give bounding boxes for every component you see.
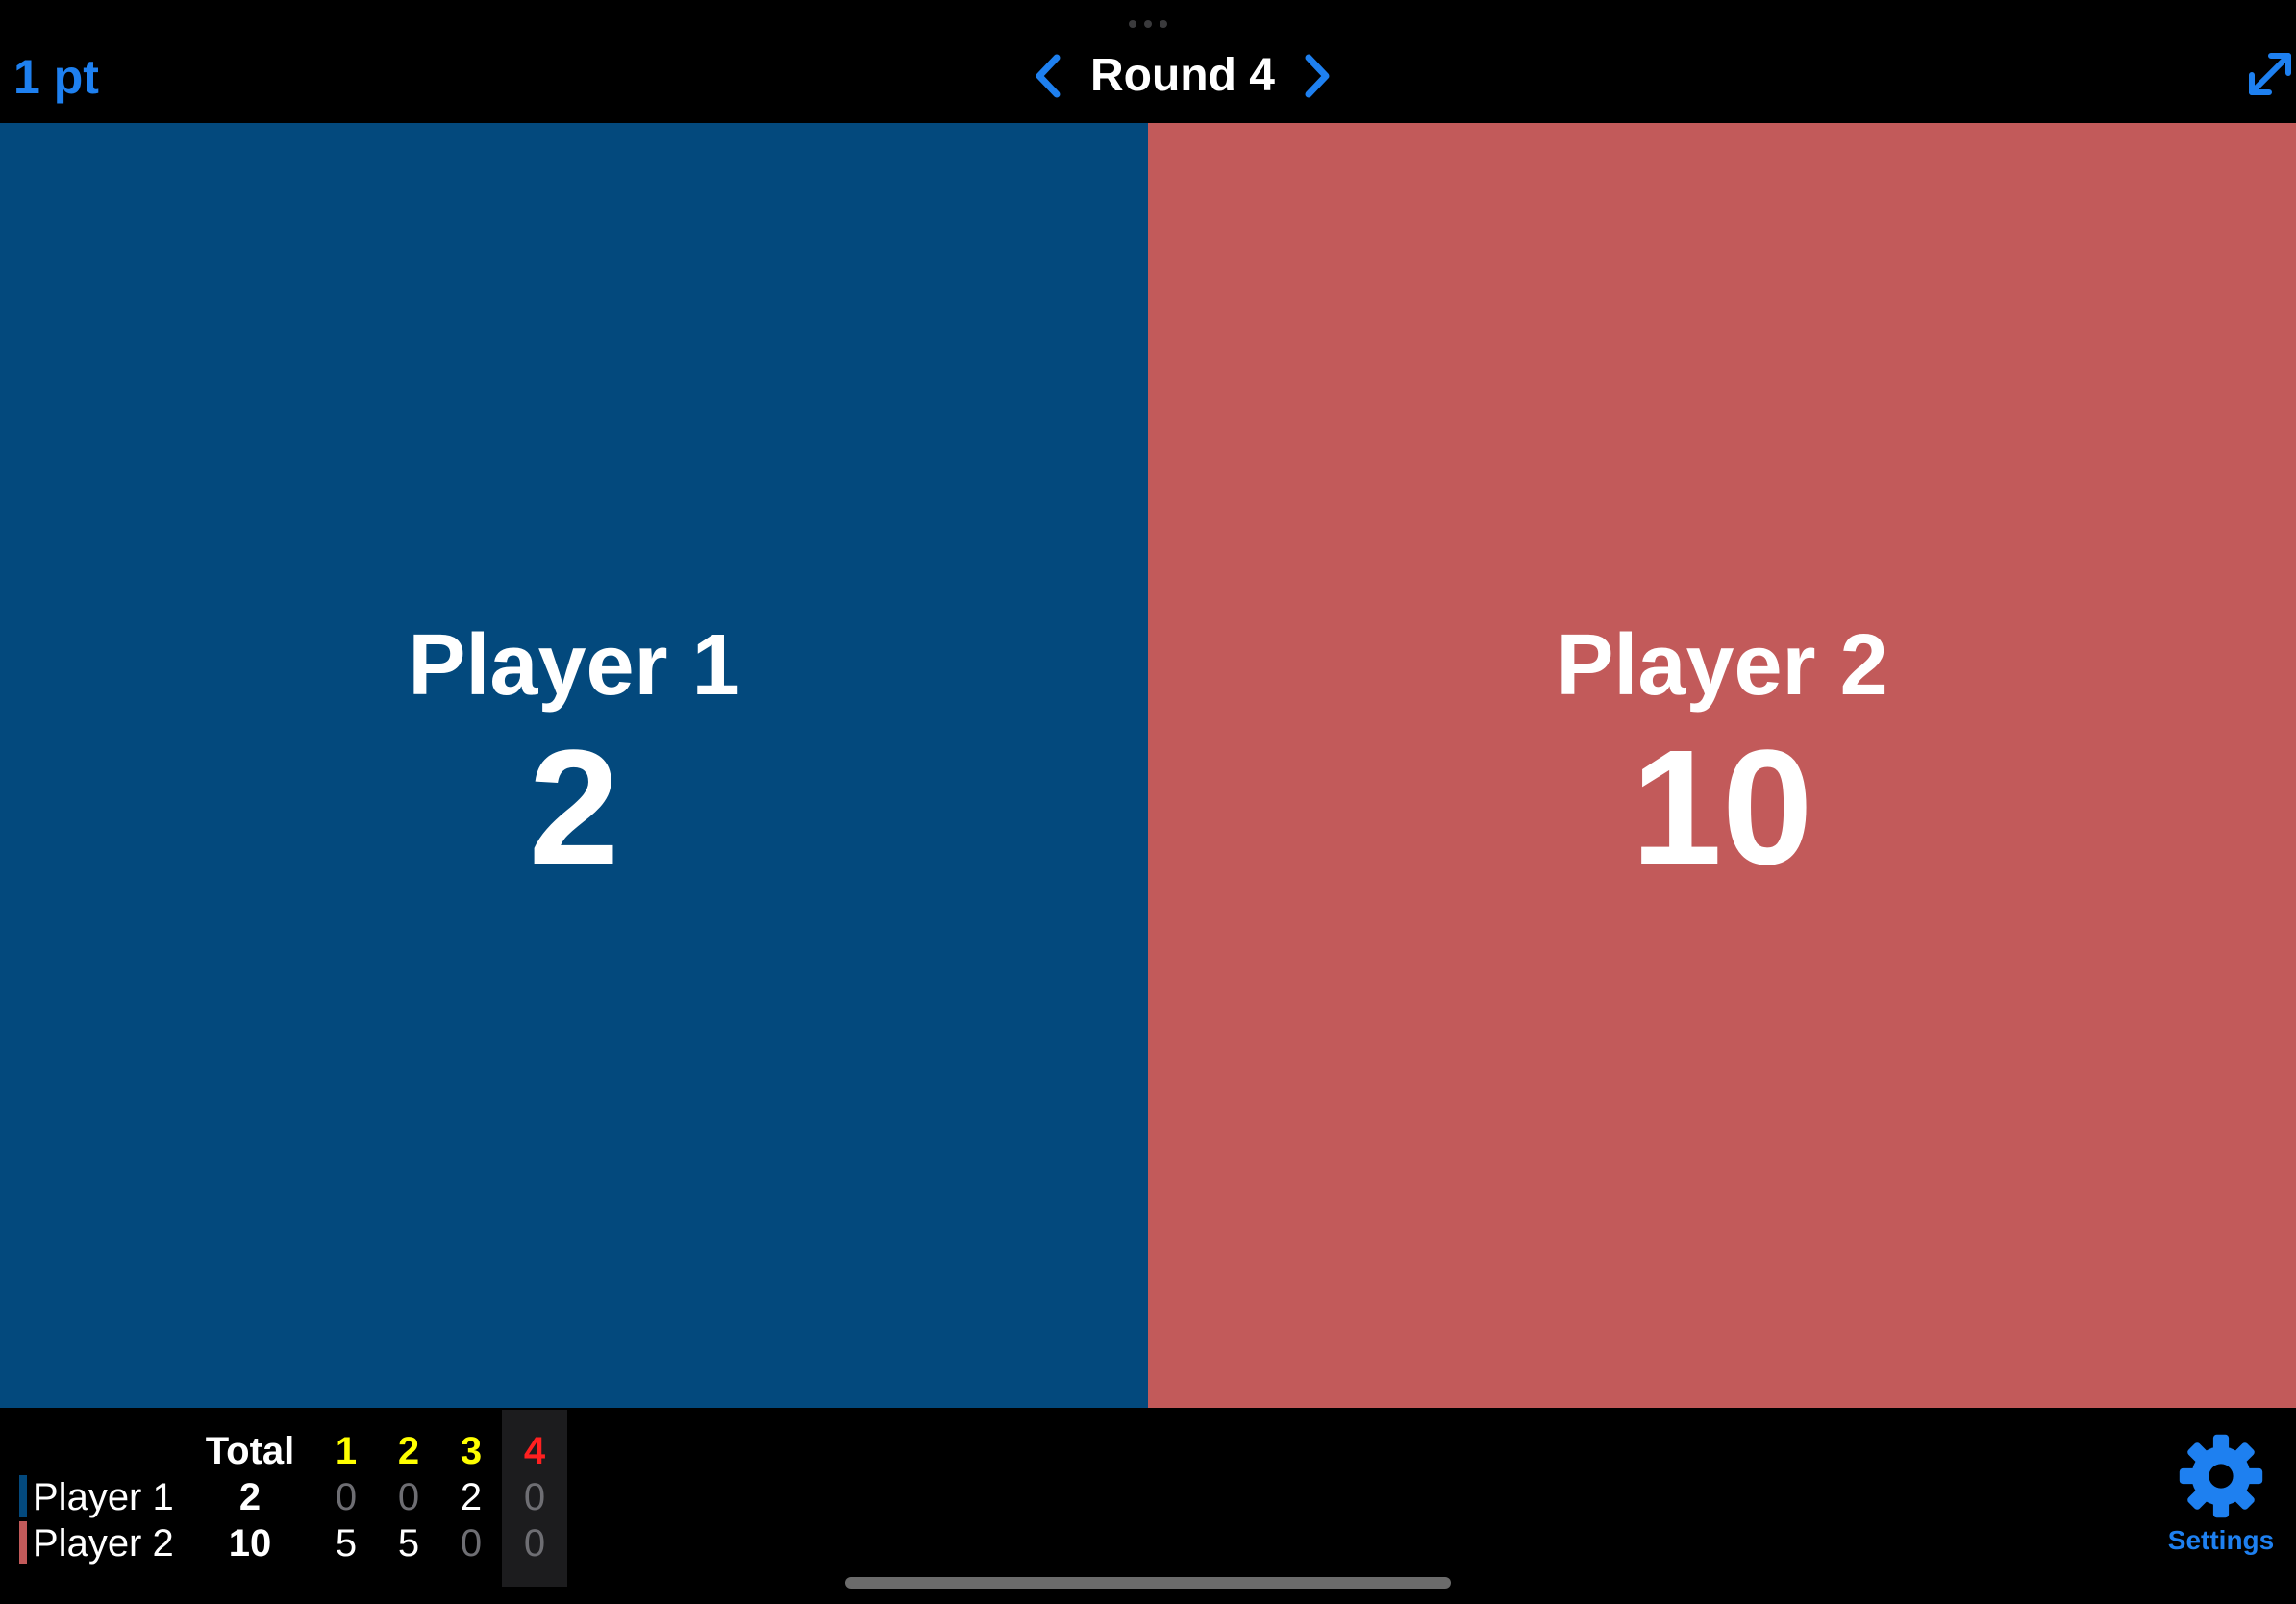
- chevron-right-icon: [1305, 54, 1330, 98]
- previous-round-button[interactable]: [1029, 49, 1067, 103]
- round-score: 0: [460, 1522, 483, 1565]
- round-score: 0: [523, 1522, 546, 1565]
- gear-icon: [2179, 1434, 2263, 1518]
- multitasking-handle[interactable]: [1129, 19, 1167, 29]
- player-color-swatch: [19, 1521, 27, 1564]
- round-score: 0: [397, 1476, 420, 1518]
- round-score: 2: [460, 1476, 483, 1518]
- points-increment-button[interactable]: 1 pt: [13, 50, 99, 104]
- round-header: 3: [460, 1430, 483, 1472]
- score-table[interactable]: Total 1 2 3 4 Player 1 2 0 0 2 0 Player …: [0, 1408, 577, 1587]
- player-2-panel[interactable]: Player 2 10: [1148, 123, 2296, 1408]
- bottom-bar: Total 1 2 3 4 Player 1 2 0 0 2 0 Player …: [0, 1408, 2296, 1604]
- row-player-name: Player 2: [33, 1522, 174, 1565]
- next-round-button[interactable]: [1298, 49, 1336, 103]
- expand-button[interactable]: [2244, 48, 2296, 100]
- app-window: 1 pt Round 4 Player 1 2 Player 2 10 Tota…: [0, 0, 2296, 1604]
- player-score: 2: [528, 716, 620, 899]
- player-name: Player 1: [408, 617, 740, 714]
- round-score: 5: [397, 1522, 420, 1565]
- round-header: 2: [397, 1430, 420, 1472]
- total-header: Total: [205, 1430, 295, 1472]
- top-bar: 1 pt Round 4: [0, 0, 2296, 123]
- player-color-swatch: [19, 1475, 27, 1517]
- chevron-left-icon: [1036, 54, 1061, 98]
- settings-button[interactable]: Settings: [2154, 1433, 2288, 1558]
- player-name: Player 2: [1556, 617, 1888, 714]
- round-navigator: Round 4: [1029, 44, 1336, 108]
- home-indicator[interactable]: [845, 1577, 1451, 1589]
- player-score: 10: [1631, 716, 1813, 899]
- round-header: 4: [523, 1430, 546, 1472]
- round-header: 1: [335, 1430, 358, 1472]
- row-player-name: Player 1: [33, 1476, 174, 1518]
- player-1-panel[interactable]: Player 1 2: [0, 123, 1148, 1408]
- round-score: 5: [335, 1522, 358, 1565]
- row-total: 10: [228, 1522, 272, 1565]
- row-total: 2: [238, 1476, 262, 1518]
- settings-label: Settings: [2167, 1525, 2275, 1555]
- round-score: 0: [335, 1476, 358, 1518]
- round-score: 0: [523, 1476, 546, 1518]
- expand-icon: [2249, 53, 2291, 95]
- round-title: Round 4: [1090, 50, 1275, 101]
